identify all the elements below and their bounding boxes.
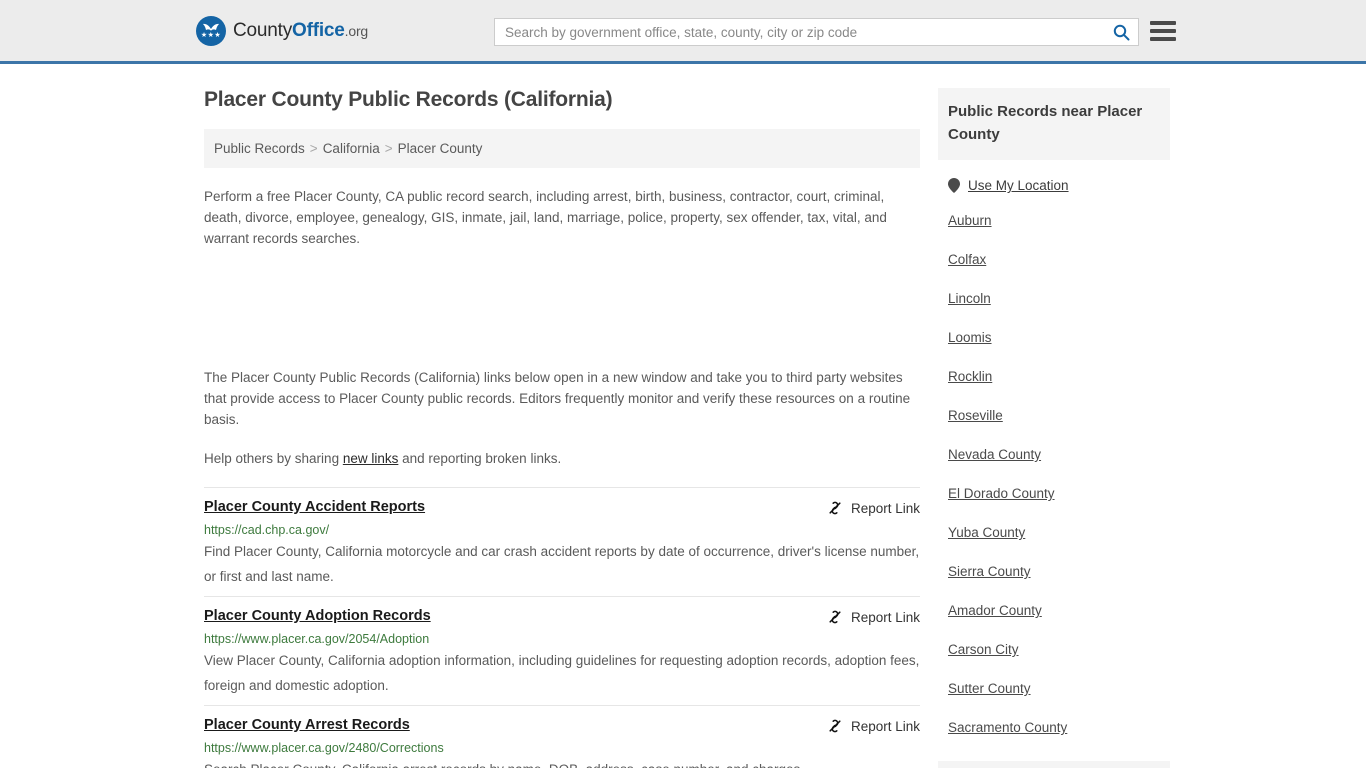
sidebar-link-amador-county[interactable]: Amador County [938,591,1170,630]
record-url: https://cad.chp.ca.gov/ [204,523,330,537]
brand-part-2: Office [292,19,345,41]
site-header: ★★★ CountyOffice.org [0,0,1366,64]
sidebar-link-loomis[interactable]: Loomis [938,318,1170,357]
record-title-link[interactable]: Placer County Accident Reports [204,499,425,515]
report-link-label: Report Link [850,500,920,516]
sidebar-second-panel-title: Placer County Public [938,761,1170,768]
record-title-link[interactable]: Placer County Adoption Records [204,608,431,624]
sidebar-link-roseville[interactable]: Roseville [938,396,1170,435]
report-link-button[interactable]: Report Link [827,717,920,734]
main-content: Placer County Public Records (California… [204,88,920,768]
page-title: Placer County Public Records (California… [204,88,613,111]
record-header: Placer County Adoption Records Report Li… [204,608,920,625]
record-description: Search Placer County, California arrest … [204,757,920,768]
use-my-location-row[interactable]: Use My Location [938,160,1170,193]
hamburger-menu-icon[interactable] [1150,18,1176,44]
sidebar-link-sacramento-county[interactable]: Sacramento County [938,708,1170,747]
broken-link-icon [829,610,841,624]
logo-stars-icon: ★★★ [200,31,222,39]
record-description: Find Placer County, California motorcycl… [204,544,920,584]
share-paragraph: Help others by sharing new links and rep… [204,448,920,469]
use-my-location-link[interactable]: Use My Location [968,178,1069,193]
report-link-button[interactable]: Report Link [827,608,920,625]
record-item: Placer County Accident Reports Report Li… [204,487,920,596]
sidebar-link-rocklin[interactable]: Rocklin [938,357,1170,396]
site-logo[interactable]: ★★★ CountyOffice.org [196,15,368,46]
advertisement-slot [204,249,920,367]
intro-paragraph: Perform a free Placer County, CA public … [204,189,887,246]
record-url: https://www.placer.ca.gov/2054/Adoption [204,632,430,646]
search-input[interactable] [495,24,1104,40]
hamburger-bar [1150,21,1176,25]
record-item: Placer County Arrest Records Report Link… [204,705,920,768]
sidebar: Public Records near Placer County Use My… [938,88,1170,768]
report-link-button[interactable]: Report Link [827,499,920,516]
record-title-link[interactable]: Placer County Arrest Records [204,717,410,733]
sidebar-panel-title: Public Records near Placer County [938,88,1170,160]
sidebar-link-el-dorado-county[interactable]: El Dorado County [938,474,1170,513]
sidebar-link-lincoln[interactable]: Lincoln [938,279,1170,318]
sidebar-link-carson-city[interactable]: Carson City [938,630,1170,669]
share-suffix: and reporting broken links. [398,451,562,466]
sidebar-link-colfax[interactable]: Colfax [938,240,1170,279]
record-item: Placer County Adoption Records Report Li… [204,596,920,705]
sidebar-link-nevada-county[interactable]: Nevada County [938,435,1170,474]
report-link-label: Report Link [850,609,920,625]
brand-part-1: County [233,19,293,41]
note-paragraph: The Placer County Public Records (Califo… [204,370,911,427]
breadcrumb-item-placer-county[interactable]: Placer County [398,141,483,156]
search-button[interactable] [1104,19,1138,45]
search-icon [1113,24,1129,40]
sidebar-link-sierra-county[interactable]: Sierra County [938,552,1170,591]
record-header: Placer County Accident Reports Report Li… [204,499,920,516]
hamburger-bar [1150,29,1176,33]
share-prefix: Help others by sharing [204,451,343,466]
sidebar-link-auburn[interactable]: Auburn [938,201,1170,240]
record-url: https://www.placer.ca.gov/2480/Correctio… [204,741,444,755]
map-pin-icon [948,178,960,193]
record-description: View Placer County, California adoption … [204,653,920,693]
breadcrumb: Public Records > California > Placer County [204,129,920,168]
new-links-link[interactable]: new links [343,451,399,466]
eagle-circle-logo-icon: ★★★ [196,15,226,46]
report-link-label: Report Link [850,718,920,734]
brand-tld: .org [344,22,369,39]
breadcrumb-separator: > [309,141,318,156]
breadcrumb-item-public-records[interactable]: Public Records [214,141,305,156]
search-bar[interactable] [494,18,1139,46]
broken-link-icon [829,719,841,733]
broken-link-icon [829,501,841,515]
record-header: Placer County Arrest Records Report Link [204,717,920,734]
nearby-links-list: Auburn Colfax Lincoln Loomis Rocklin Ros… [938,201,1170,747]
sidebar-link-yuba-county[interactable]: Yuba County [938,513,1170,552]
breadcrumb-separator: > [384,141,393,156]
sidebar-link-sutter-county[interactable]: Sutter County [938,669,1170,708]
brand-wordmark: CountyOffice.org [233,20,368,42]
hamburger-bar [1150,37,1176,41]
breadcrumb-item-california[interactable]: California [323,141,380,156]
